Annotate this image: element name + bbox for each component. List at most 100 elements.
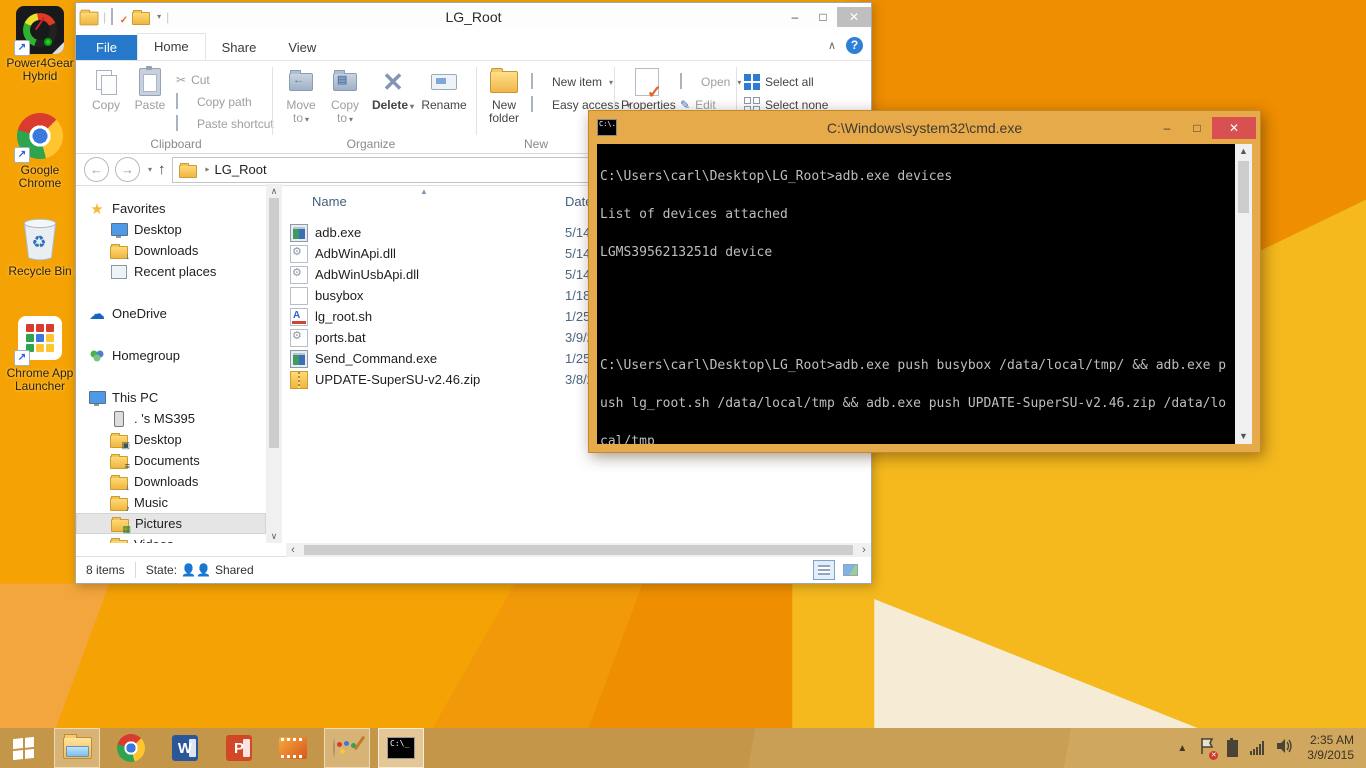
details-view-button[interactable] <box>813 560 835 580</box>
items-count: 8 items <box>86 563 125 577</box>
chevron-down-icon: ▾ <box>349 115 353 124</box>
minimize-ribbon-icon[interactable]: ∧ <box>828 39 836 52</box>
ribbon-tabs: File Home Share View ∧ ? <box>76 30 871 61</box>
network-signal-icon[interactable] <box>1250 741 1264 755</box>
cmd-scrollbar[interactable]: ▲ ▼ <box>1235 144 1252 444</box>
nav-scrollbar[interactable]: ∧ ∨ <box>266 184 282 543</box>
taskbar-chrome-button[interactable] <box>108 728 154 768</box>
scrollbar-thumb[interactable] <box>304 545 853 555</box>
action-center-flag-icon[interactable]: ✕ <box>1199 737 1215 760</box>
open-button[interactable]: Open▾ <box>680 71 741 93</box>
copy-button[interactable]: Copy <box>84 65 128 112</box>
copy-path-button[interactable]: Copy path <box>176 91 252 113</box>
minimize-button[interactable]: – <box>781 7 809 27</box>
select-all-icon <box>744 74 760 90</box>
nav-favorites[interactable]: ★Favorites <box>76 198 266 219</box>
close-button[interactable]: ✕ <box>1212 117 1256 139</box>
nav-homegroup[interactable]: Homegroup <box>76 345 266 366</box>
script-file-icon <box>290 308 308 326</box>
maximize-button[interactable]: □ <box>809 7 837 27</box>
computer-icon <box>88 390 106 406</box>
scroll-right-icon[interactable]: › <box>857 544 871 556</box>
nav-phone-ms395[interactable]: . 's MS395 <box>76 408 266 429</box>
tab-file[interactable]: File <box>76 35 137 60</box>
back-button[interactable]: ← <box>84 157 109 182</box>
tab-share[interactable]: Share <box>206 35 273 60</box>
nav-music[interactable]: ♪Music <box>76 492 266 513</box>
new-folder-button[interactable]: New folder <box>482 65 526 125</box>
properties-quick-icon[interactable]: ✓ <box>111 9 127 25</box>
desktop-icon-recycle-bin[interactable]: ♻ Recycle Bin <box>2 214 78 278</box>
recycle-bin-icon: ♻ <box>16 214 64 262</box>
taskbar-word-button[interactable]: W <box>162 728 208 768</box>
nav-pc-downloads[interactable]: ↓Downloads <box>76 471 266 492</box>
explorer-title-bar[interactable]: | ✓ ▾ | LG_Root – □ ✕ <box>76 3 871 30</box>
minimize-button[interactable]: – <box>1152 117 1182 139</box>
taskbar-clock[interactable]: 2:35 AM 3/9/2015 <box>1307 733 1354 763</box>
cmd-system-icon[interactable]: C:\. <box>597 119 617 136</box>
taskbar-cmd-button[interactable]: C:\_ <box>378 728 424 768</box>
up-button[interactable]: ↑ <box>158 161 166 178</box>
delete-button[interactable]: ✕ Delete▾ <box>371 65 415 113</box>
nav-documents[interactable]: ≡Documents <box>76 450 266 471</box>
new-item-button[interactable]: New item▾ <box>531 71 613 93</box>
breadcrumb-folder[interactable]: LG_Root <box>215 162 267 177</box>
nav-videos[interactable]: ▥Videos <box>76 534 266 543</box>
nav-downloads[interactable]: ↓Downloads <box>76 240 266 261</box>
icons-view-button[interactable] <box>839 560 861 580</box>
volume-icon[interactable] <box>1276 738 1295 759</box>
nav-pictures[interactable]: ▦Pictures <box>76 513 266 534</box>
close-button[interactable]: ✕ <box>837 7 871 27</box>
taskbar-powerpoint-button[interactable]: P <box>216 728 262 768</box>
separator <box>135 562 136 578</box>
forward-button[interactable]: → <box>115 157 140 182</box>
folder-icon[interactable] <box>80 11 99 25</box>
tray-expand-icon[interactable]: ▲ <box>1177 743 1187 754</box>
select-all-button[interactable]: Select all <box>744 71 814 93</box>
taskbar-moviemaker-button[interactable] <box>270 728 316 768</box>
column-header-name[interactable]: Name <box>312 194 347 209</box>
cmd-title-bar[interactable]: C:\. C:\Windows\system32\cmd.exe – □ ✕ <box>589 111 1260 144</box>
tab-home[interactable]: Home <box>137 33 206 60</box>
downloads-folder-icon: ↓ <box>110 243 128 259</box>
nav-pc-desktop[interactable]: ▣Desktop <box>76 429 266 450</box>
taskbar-explorer-button[interactable] <box>54 728 100 768</box>
copy-to-button[interactable]: ▤ Copy to▾ <box>323 65 367 126</box>
scroll-down-icon[interactable]: ∨ <box>271 529 278 543</box>
shortcut-arrow-icon: ↗ <box>14 147 30 163</box>
move-to-button[interactable]: ← Move to▾ <box>279 65 323 126</box>
desktop-icon-chrome[interactable]: ↗ Google Chrome <box>2 112 78 190</box>
horizontal-scrollbar[interactable]: ‹ › <box>286 543 871 557</box>
paste-shortcut-button[interactable]: Paste shortcut <box>176 113 274 135</box>
taskbar-paint-button[interactable] <box>324 728 370 768</box>
generic-file-icon <box>290 287 308 305</box>
scrollbar-thumb[interactable] <box>269 198 279 448</box>
scroll-down-icon[interactable]: ▼ <box>1239 429 1248 444</box>
desktop-icon-power4gear[interactable]: ↗ Power4Gear Hybrid <box>2 6 78 83</box>
scrollbar-thumb[interactable] <box>1238 161 1249 213</box>
scroll-left-icon[interactable]: ‹ <box>286 544 300 556</box>
paste-button[interactable]: Paste <box>128 65 172 112</box>
nav-desktop[interactable]: Desktop <box>76 219 266 240</box>
clipboard-group-label: Clipboard <box>131 137 221 151</box>
history-dropdown-icon[interactable]: ▾ <box>148 165 152 174</box>
nav-onedrive[interactable]: ☁OneDrive <box>76 303 266 324</box>
help-icon[interactable]: ? <box>846 37 863 54</box>
start-button[interactable] <box>0 728 46 768</box>
battery-icon[interactable] <box>1227 740 1238 757</box>
scroll-up-icon[interactable]: ▲ <box>1239 144 1248 159</box>
rename-button[interactable]: Rename <box>418 65 470 112</box>
desktop-icon-chrome-app-launcher[interactable]: ↗ Chrome App Launcher <box>2 314 78 393</box>
cut-button[interactable]: ✂Cut <box>176 69 210 91</box>
chevron-down-icon[interactable]: ▾ <box>157 12 161 21</box>
properties-button[interactable]: Properties <box>621 65 673 112</box>
tab-view[interactable]: View <box>272 35 332 60</box>
cmd-console[interactable]: C:\Users\carl\Desktop\LG_Root>adb.exe de… <box>597 144 1252 444</box>
powerpoint-icon: P <box>226 735 252 761</box>
maximize-button[interactable]: □ <box>1182 117 1212 139</box>
scroll-up-icon[interactable]: ∧ <box>271 184 278 198</box>
nav-this-pc[interactable]: This PC <box>76 387 266 408</box>
exe-file-icon <box>290 224 308 242</box>
nav-recent-places[interactable]: Recent places <box>76 261 266 282</box>
new-folder-quick-icon[interactable] <box>132 12 150 25</box>
